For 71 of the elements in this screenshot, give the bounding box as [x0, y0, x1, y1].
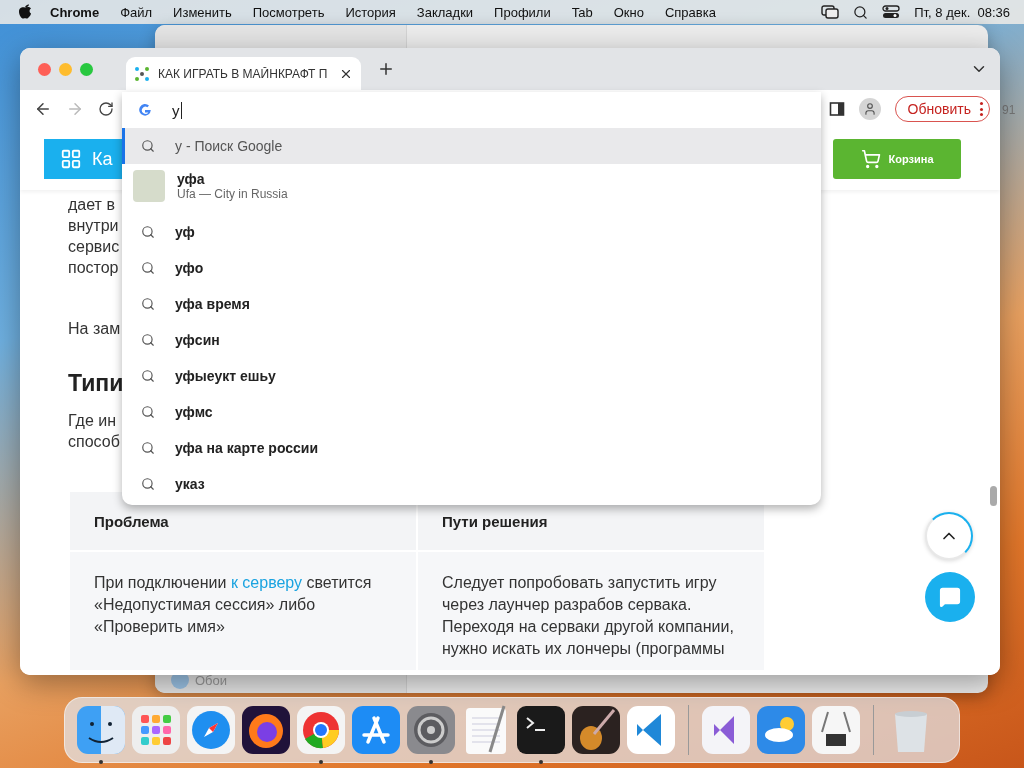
section-heading: Типи [68, 369, 124, 398]
chat-icon [939, 586, 961, 608]
paragraph-text: способ [68, 432, 120, 452]
scrollbar-thumb[interactable] [990, 486, 997, 506]
paragraph-text: На зам [68, 319, 121, 339]
paragraph-text: сервис [68, 237, 120, 257]
terminal-app-icon[interactable] [515, 704, 567, 756]
search-icon[interactable] [853, 4, 869, 20]
menu-item[interactable]: Закладки [416, 4, 474, 20]
search-icon [141, 369, 155, 383]
suggestion-item[interactable]: уф [122, 214, 821, 250]
menu-item[interactable]: История [345, 4, 396, 20]
side-panel-icon[interactable] [828, 101, 845, 117]
menu-item[interactable]: Справка [664, 4, 716, 20]
windows-icon[interactable] [821, 5, 840, 19]
search-icon [141, 139, 155, 153]
grid-icon [60, 148, 82, 170]
favicon-icon [134, 65, 150, 82]
visualstudio-app-icon[interactable] [700, 704, 752, 756]
search-icon [141, 333, 155, 347]
weather-app-icon[interactable] [755, 704, 807, 756]
menu-item[interactable]: Файл [120, 4, 153, 20]
address-field[interactable]: у [122, 92, 821, 128]
menu-item[interactable]: Профили [494, 4, 551, 20]
menu-item[interactable]: Окно [613, 4, 644, 20]
menu-item[interactable]: Tab [571, 4, 593, 20]
chrome-app-icon[interactable] [295, 704, 347, 756]
suggestion-item[interactable]: уфо [122, 250, 821, 286]
close-icon[interactable] [38, 62, 51, 76]
browser-tab[interactable]: КАК ИГРАТЬ В МАЙНКРАФТ П [126, 57, 361, 90]
cart-icon [860, 149, 881, 169]
paragraph-text: внутри [68, 216, 119, 236]
new-tab-icon[interactable] [377, 60, 395, 78]
suggestion-item[interactable]: уфмс [122, 394, 821, 430]
settings-app-icon[interactable] [405, 704, 457, 756]
tab-title: КАК ИГРАТЬ В МАЙНКРАФТ П [158, 66, 329, 81]
menu-item[interactable]: Изменить [173, 4, 232, 20]
search-icon [141, 405, 155, 419]
firefox-app-icon[interactable] [240, 704, 292, 756]
scroll-top-button[interactable] [925, 512, 973, 560]
suggestion-item[interactable]: уфыеукт ешьу [122, 358, 821, 394]
control-center-icon[interactable] [882, 5, 901, 19]
paragraph-text: дает в [68, 195, 115, 215]
table-cell: При подключении к серверу светится «Недопустимая сессия» либо «Проверить имя» [70, 550, 418, 670]
menu-item[interactable]: Посмотреть [252, 4, 325, 20]
suggestion-item[interactable]: уфсин [122, 322, 821, 358]
app-menu[interactable]: Chrome [50, 4, 100, 20]
suggestion-item[interactable]: у - Поиск Google [122, 128, 821, 164]
back-icon[interactable] [34, 100, 52, 118]
search-icon [141, 297, 155, 311]
suggestion-item[interactable]: уфа время [122, 286, 821, 322]
update-button[interactable]: Обновить [894, 96, 990, 122]
table-cell: Следует попробовать запустить игру через лаунчер разрабов сервака. Переходя на серваки другой компании, нужно искать их лончеры (программы [418, 550, 764, 670]
apple-icon[interactable] [18, 2, 32, 22]
finder-app-icon[interactable] [75, 704, 127, 756]
search-icon [141, 477, 155, 491]
profile-icon[interactable] [858, 98, 881, 120]
search-icon [141, 261, 155, 275]
chat-button[interactable] [925, 572, 975, 622]
clock[interactable]: Пт, 8 дек. 08:36 [914, 4, 1010, 20]
paragraph-text: постор [68, 258, 119, 278]
paragraph-text: Где ин [68, 411, 117, 431]
suggestion-item[interactable]: уфа на карте россии [122, 430, 821, 466]
google-icon [138, 103, 152, 117]
more-icon [979, 102, 983, 116]
search-icon [141, 441, 155, 455]
appstore-app-icon[interactable] [350, 704, 402, 756]
vscode-app-icon[interactable] [625, 704, 677, 756]
search-icon [141, 225, 155, 239]
guitar-app-icon[interactable] [570, 704, 622, 756]
reload-icon[interactable] [98, 101, 114, 117]
